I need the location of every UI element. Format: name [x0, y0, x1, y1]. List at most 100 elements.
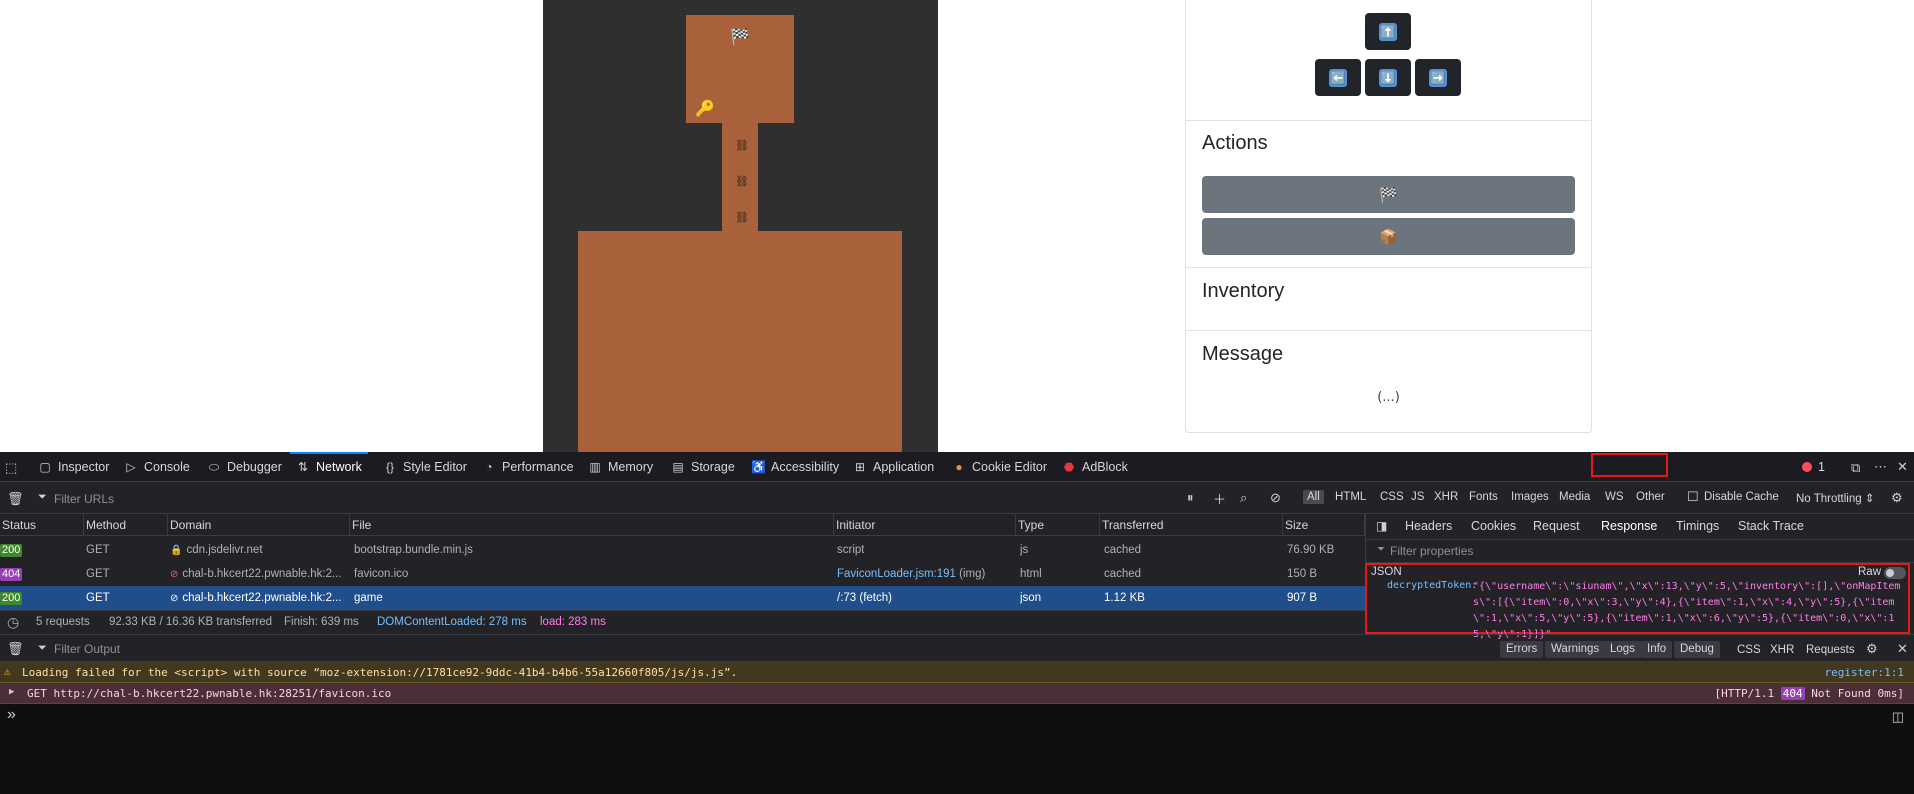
box-icon: 📦 — [1379, 227, 1398, 246]
console-filter-css[interactable]: CSS — [1737, 644, 1761, 656]
more-icon[interactable]: ⋯ — [1874, 459, 1887, 475]
table-row-selected[interactable]: 200 GET ⊘ chal-b.hkcert22.pwnable.hk:2...… — [0, 586, 1365, 610]
console-filter-warnings[interactable]: Warnings — [1545, 641, 1606, 658]
dock-icon[interactable]: ⧉ — [1851, 460, 1860, 476]
detail-tab-timings[interactable]: Timings — [1676, 514, 1719, 539]
column-header-size[interactable]: Size — [1283, 514, 1365, 536]
detail-tab-response[interactable]: Response — [1601, 514, 1657, 539]
close-icon[interactable]: ✕ — [1897, 459, 1908, 475]
tab-console[interactable]: ▷ Console — [124, 452, 190, 482]
toggle-sidebar-icon[interactable]: ◨ — [1376, 519, 1387, 533]
type-filter-js[interactable]: JS — [1411, 491, 1424, 503]
pause-icon[interactable]: ⏸ — [1187, 490, 1194, 506]
tab-label: AdBlock — [1082, 460, 1128, 474]
transferred-cell: cached — [1104, 544, 1142, 556]
tab-accessibility[interactable]: ♿ Accessibility — [751, 452, 839, 482]
element-picker-icon[interactable]: ⬚ — [5, 460, 17, 476]
warning-location-link[interactable]: register:1:1 — [1825, 666, 1904, 679]
transferred-cell: 1.12 KB — [1104, 592, 1145, 604]
type-cell: json — [1020, 592, 1042, 604]
console-filter-debug[interactable]: Debug — [1674, 641, 1720, 658]
expand-arrow-icon[interactable]: ▶ — [9, 687, 14, 697]
tab-storage[interactable]: ▤ Storage — [671, 452, 734, 482]
console-filter-requests[interactable]: Requests — [1806, 644, 1855, 656]
error-count-badge[interactable]: 1 — [1802, 452, 1825, 482]
method-cell: GET — [86, 592, 110, 604]
column-header-domain[interactable]: Domain — [168, 514, 350, 536]
tab-label: Console — [144, 460, 190, 474]
tab-inspector[interactable]: ▢ Inspector — [38, 452, 109, 482]
move-down-button[interactable]: ⬇️ — [1365, 59, 1411, 96]
type-filter-ws[interactable]: WS — [1605, 491, 1624, 503]
map-tile-bottom-room — [578, 231, 902, 452]
console-filter-logs[interactable]: Logs — [1604, 641, 1641, 658]
console-error-row[interactable]: ▶ GET http://chal-b.hkcert22.pwnable.hk:… — [0, 683, 1914, 704]
tab-debugger[interactable]: ⬭ Debugger — [207, 452, 282, 482]
block-icon[interactable]: ⊘ — [1270, 490, 1281, 506]
console-input-area[interactable]: » ◫ — [0, 704, 1914, 794]
detail-tab-stack-trace[interactable]: Stack Trace — [1738, 514, 1804, 539]
detail-tab-request[interactable]: Request — [1533, 514, 1580, 539]
disable-cache-label[interactable]: Disable Cache — [1704, 491, 1779, 503]
move-right-button[interactable]: ➡️ — [1415, 59, 1461, 96]
column-header-status[interactable]: Status — [0, 514, 84, 536]
tab-label: Cookie Editor — [972, 460, 1048, 474]
warning-icon: ⚠ — [4, 665, 11, 678]
initiator-cell[interactable]: /:73 (fetch) — [837, 586, 892, 610]
table-row[interactable]: 200 GET 🔒 cdn.jsdelivr.net bootstrap.bund… — [0, 538, 1365, 562]
split-console-icon[interactable]: ◫ — [1892, 709, 1904, 725]
disable-cache-checkbox[interactable]: ☐ — [1687, 489, 1699, 505]
size-cell: 907 B — [1287, 592, 1318, 604]
action-box-button[interactable]: 📦 — [1202, 218, 1575, 255]
console-filter-errors[interactable]: Errors — [1500, 641, 1544, 658]
tab-application[interactable]: ⊞ Application — [853, 452, 934, 482]
add-icon[interactable]: ＋ — [1213, 489, 1226, 508]
move-left-button[interactable]: ⬅️ — [1315, 59, 1361, 96]
tab-performance[interactable]: ◔ Performance — [482, 452, 573, 482]
console-settings-gear-icon[interactable]: ⚙ — [1866, 641, 1878, 657]
move-up-button[interactable]: ⬆️ — [1365, 13, 1411, 50]
detail-tab-cookies[interactable]: Cookies — [1471, 514, 1516, 539]
tab-network[interactable]: ⇅ Network — [290, 452, 368, 482]
file-cell: game — [354, 592, 383, 604]
column-header-method[interactable]: Method — [84, 514, 168, 536]
console-filter-xhr[interactable]: XHR — [1770, 644, 1794, 656]
type-filter-html[interactable]: HTML — [1335, 491, 1366, 503]
table-row[interactable]: 404 GET ⊘ chal-b.hkcert22.pwnable.hk:2...… — [0, 562, 1365, 586]
type-filter-xhr[interactable]: XHR — [1434, 491, 1458, 503]
type-filter-all[interactable]: All — [1303, 490, 1324, 504]
close-console-icon[interactable]: ✕ — [1897, 641, 1908, 657]
type-filter-images[interactable]: Images — [1511, 491, 1549, 503]
filter-properties-input[interactable]: Filter properties — [1390, 544, 1473, 558]
game-board: 🏁 🔑 ⛓ ⛓ ⛓ — [543, 0, 938, 452]
initiator-link[interactable]: FaviconLoader.jsm:191 — [837, 568, 956, 580]
tab-label: Inspector — [58, 460, 110, 474]
action-flag-button[interactable]: 🏁 — [1202, 176, 1575, 213]
arrow-up-icon: ⬆️ — [1379, 22, 1397, 41]
trash-icon[interactable]: 🗑 — [7, 491, 24, 507]
filter-output-input[interactable]: Filter Output — [54, 642, 120, 656]
column-header-file[interactable]: File — [350, 514, 834, 536]
filter-urls-input[interactable]: Filter URLs — [54, 492, 114, 506]
type-filter-css[interactable]: CSS — [1380, 491, 1404, 503]
type-filter-media[interactable]: Media — [1559, 491, 1590, 503]
trash-icon[interactable]: 🗑 — [7, 641, 24, 657]
console-filter-info[interactable]: Info — [1641, 641, 1673, 658]
tab-adblock[interactable]: ⬣ AdBlock — [1062, 452, 1128, 482]
settings-gear-icon[interactable]: ⚙ — [1891, 490, 1903, 506]
tab-memory[interactable]: ▥ Memory — [588, 452, 653, 482]
timer-icon[interactable]: ◷ — [7, 614, 19, 631]
column-header-type[interactable]: Type — [1016, 514, 1100, 536]
tab-cookie-editor[interactable]: ● Cookie Editor — [952, 452, 1047, 482]
column-header-transferred[interactable]: Transferred — [1100, 514, 1283, 536]
detail-tab-headers[interactable]: Headers — [1405, 514, 1452, 539]
type-filter-fonts[interactable]: Fonts — [1469, 491, 1498, 503]
tab-style-editor[interactable]: {} Style Editor — [383, 452, 467, 482]
prompt-chevron-icon: » — [7, 706, 16, 723]
application-icon: ⊞ — [854, 460, 866, 474]
throttling-select[interactable]: No Throttling ⇕ — [1796, 491, 1874, 505]
search-icon[interactable]: ⌕ — [1240, 490, 1247, 506]
type-filter-other[interactable]: Other — [1636, 491, 1665, 503]
filter-icon: ⏷ — [1377, 544, 1385, 555]
column-header-initiator[interactable]: Initiator — [834, 514, 1016, 536]
